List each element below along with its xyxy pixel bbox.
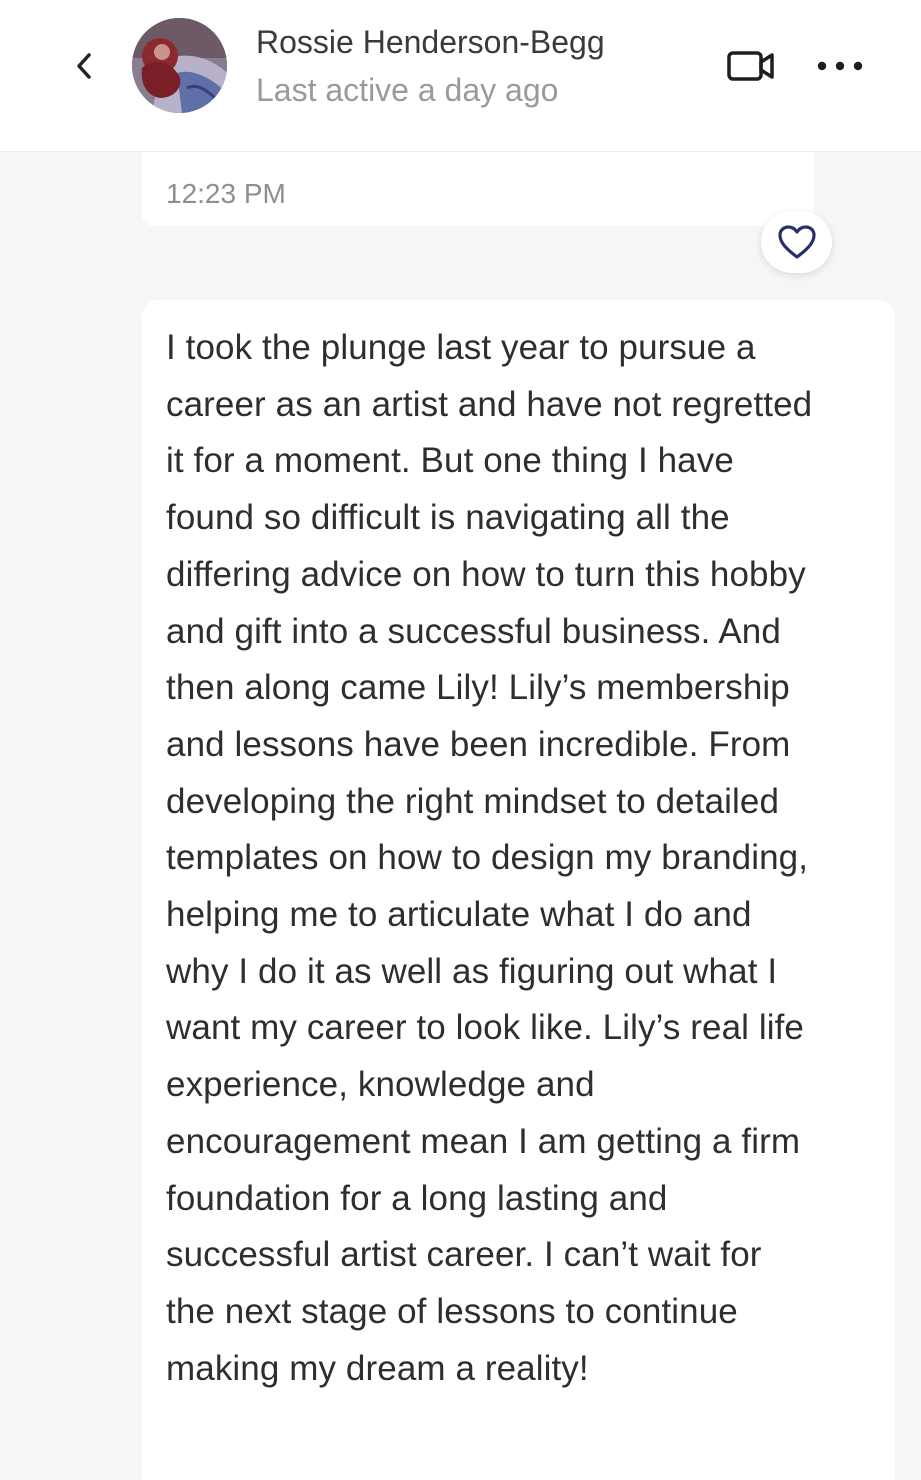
more-options-button[interactable] bbox=[810, 44, 870, 88]
message-line: successful artist career. I can’t wait f… bbox=[166, 1235, 762, 1275]
message-line: want my career to look like. Lily’s real… bbox=[166, 1008, 804, 1048]
avatar-image bbox=[132, 18, 227, 113]
more-horizontal-icon bbox=[817, 61, 863, 71]
message-bubble[interactable]: I took the plunge last year to pursue a … bbox=[142, 300, 895, 1480]
like-reaction-button[interactable] bbox=[761, 211, 832, 273]
avatar[interactable] bbox=[132, 18, 227, 113]
message-line: then along came Lily! Lily’s membership bbox=[166, 668, 790, 708]
video-camera-icon bbox=[727, 51, 774, 81]
message-line: making my dream a reality! bbox=[166, 1348, 589, 1388]
message-line: why I do it as well as figuring out what… bbox=[166, 951, 778, 991]
last-active-status: Last active a day ago bbox=[256, 72, 559, 108]
previous-message-bubble[interactable]: 12:23 PM bbox=[142, 152, 814, 226]
message-line: found so difficult is navigating all the bbox=[166, 498, 730, 538]
message-line: encouragement mean I am getting a firm bbox=[166, 1121, 801, 1161]
message-line: career as an artist and have not regrett… bbox=[166, 384, 813, 424]
back-button[interactable] bbox=[62, 44, 106, 88]
message-line: and gift into a successful business. And bbox=[166, 611, 781, 651]
chevron-left-icon bbox=[77, 53, 91, 79]
chat-header: Rossie Henderson-Begg Last active a day … bbox=[0, 0, 921, 152]
message-text: I took the plunge last year to pursue a … bbox=[166, 320, 881, 1397]
message-line: differing advice on how to turn this hob… bbox=[166, 554, 806, 594]
message-line: developing the right mindset to detailed bbox=[166, 781, 780, 821]
video-call-button[interactable] bbox=[722, 44, 780, 88]
message-timestamp: 12:23 PM bbox=[166, 178, 286, 209]
contact-name[interactable]: Rossie Henderson-Begg bbox=[256, 24, 605, 61]
message-line: foundation for a long lasting and bbox=[166, 1178, 668, 1218]
message-line: it for a moment. But one thing I have bbox=[166, 441, 734, 481]
message-line: templates on how to design my branding, bbox=[166, 838, 809, 878]
message-line: and lessons have been incredible. From bbox=[166, 724, 791, 764]
heart-icon bbox=[777, 225, 816, 259]
message-line: I took the plunge last year to pursue a bbox=[166, 328, 756, 367]
message-line: experience, knowledge and bbox=[166, 1065, 595, 1105]
message-line: helping me to articulate what I do and bbox=[166, 895, 752, 935]
message-line: the next stage of lessons to continue bbox=[166, 1291, 738, 1331]
